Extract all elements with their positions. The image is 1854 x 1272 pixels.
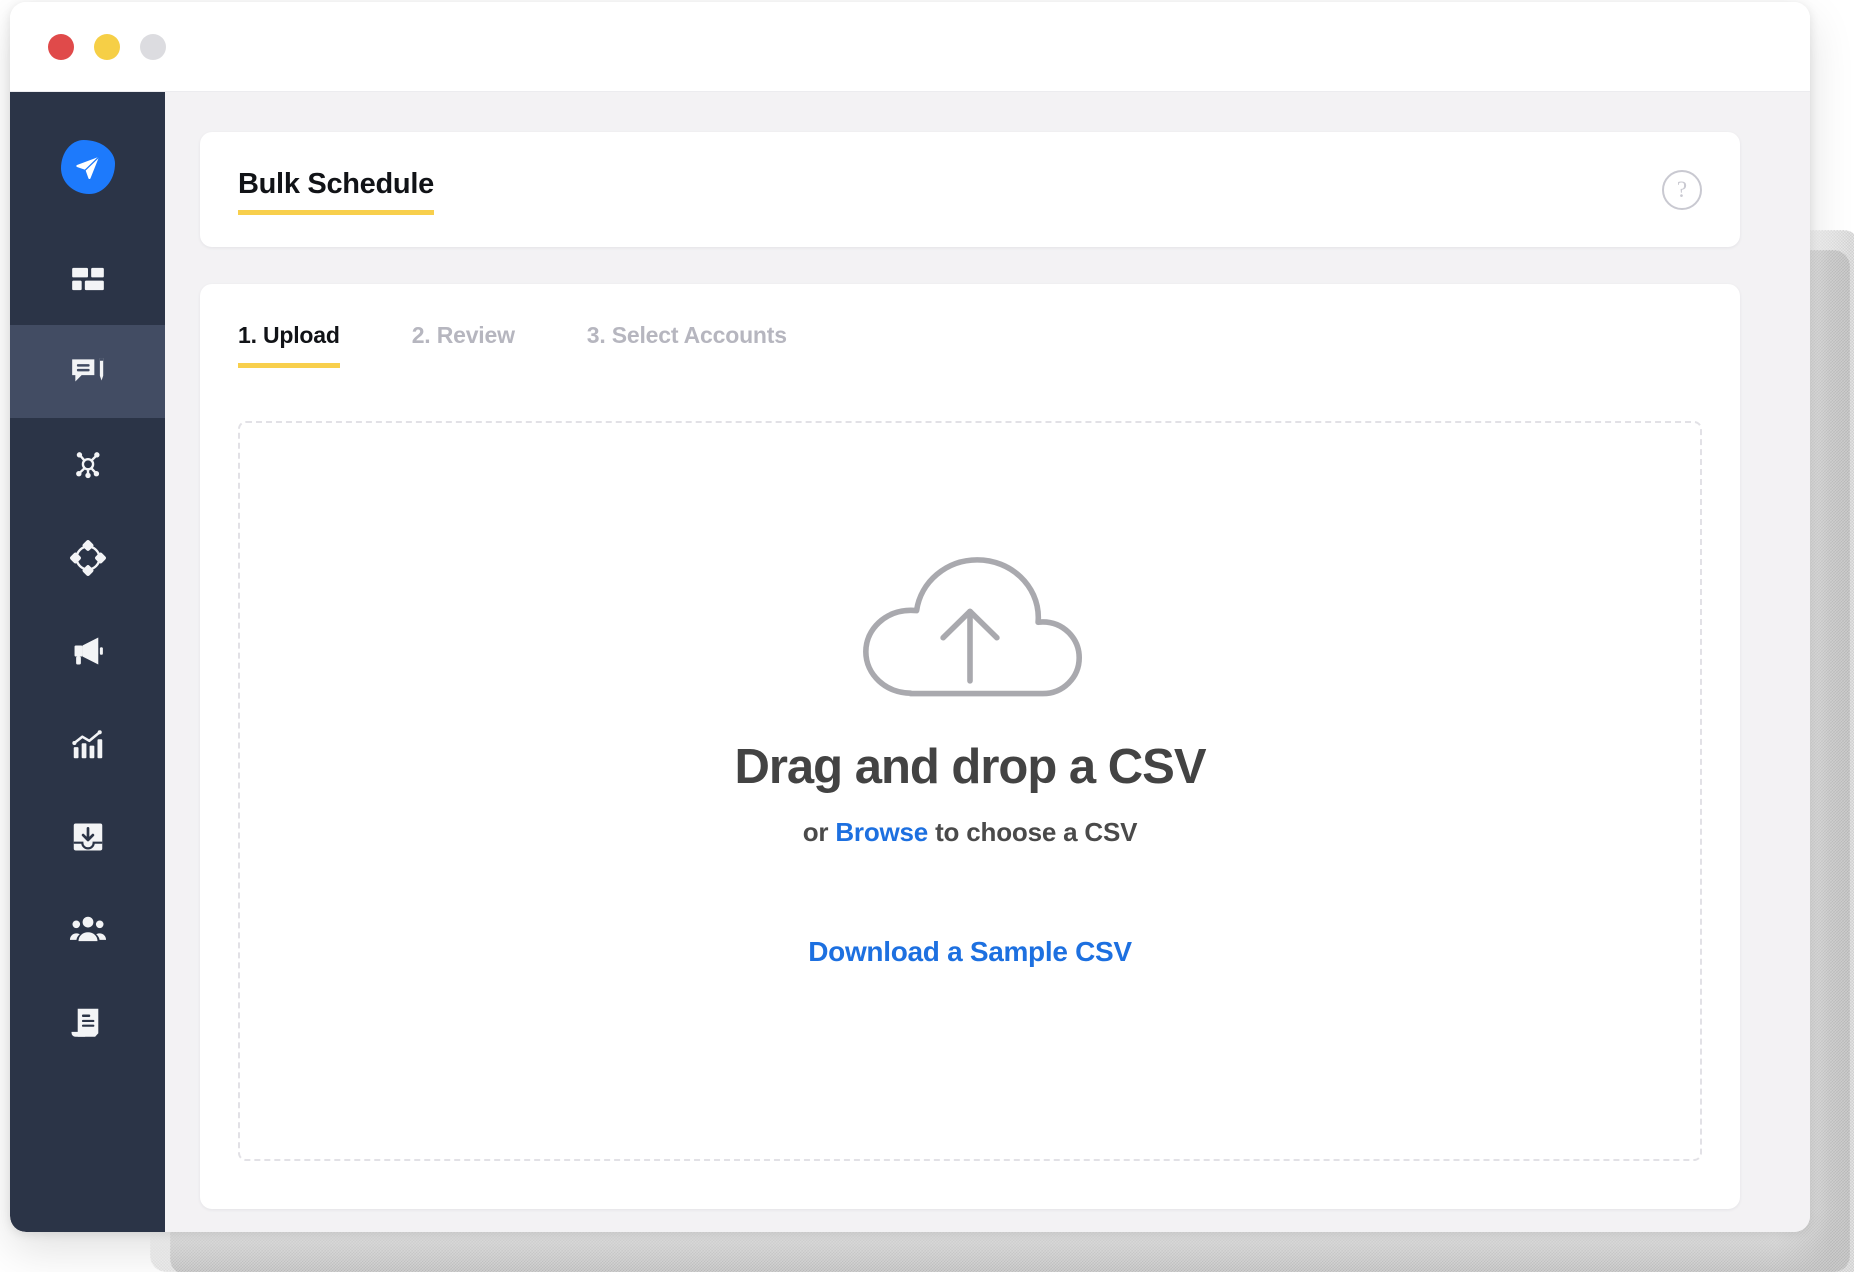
sidebar-item-reports[interactable] (10, 976, 165, 1069)
sidebar-item-analytics[interactable] (10, 697, 165, 790)
dropzone-sub-suffix: to choose a CSV (928, 817, 1138, 847)
engage-cycle-icon (69, 539, 107, 577)
inbox-download-icon (69, 818, 107, 856)
question-mark-icon[interactable]: ? (1662, 170, 1702, 210)
sidebar-item-inbox[interactable] (10, 790, 165, 883)
sidebar-item-engagement[interactable] (10, 418, 165, 511)
tab-review[interactable]: 2. Review (412, 322, 515, 368)
step-tabs: 1. Upload 2. Review 3. Select Accounts (238, 322, 787, 368)
minimize-window-button[interactable] (94, 34, 120, 60)
tab-select-accounts[interactable]: 3. Select Accounts (587, 322, 787, 368)
app-window: Bulk Schedule ? 1. Upload 2. Review 3. S… (10, 2, 1810, 1232)
app-logo[interactable] (10, 140, 165, 194)
cloud-upload-icon (848, 533, 1092, 701)
sidebar-item-campaigns[interactable] (10, 604, 165, 697)
tab-upload[interactable]: 1. Upload (238, 322, 340, 368)
dropzone-subtitle: or Browse to choose a CSV (803, 817, 1138, 848)
app-sidebar (10, 92, 165, 1232)
sidebar-item-team[interactable] (10, 883, 165, 976)
sidebar-item-dashboard[interactable] (10, 232, 165, 325)
browse-link[interactable]: Browse (835, 817, 928, 847)
csv-dropzone[interactable]: Drag and drop a CSV or Browse to choose … (238, 421, 1702, 1161)
page-title: Bulk Schedule (238, 168, 434, 215)
analytics-chart-icon (69, 725, 107, 763)
screenshot-stage: Bulk Schedule ? 1. Upload 2. Review 3. S… (0, 0, 1854, 1272)
team-people-icon (69, 911, 107, 949)
sidebar-item-publish[interactable] (10, 325, 165, 418)
paper-plane-icon (60, 140, 115, 194)
bulk-schedule-card: 1. Upload 2. Review 3. Select Accounts D… (200, 284, 1740, 1209)
dropzone-sub-prefix: or (802, 817, 836, 847)
main-content: Bulk Schedule ? 1. Upload 2. Review 3. S… (165, 92, 1810, 1232)
dropzone-title: Drag and drop a CSV (734, 740, 1206, 794)
download-sample-csv-link[interactable]: Download a Sample CSV (808, 936, 1132, 968)
page-header-card: Bulk Schedule ? (200, 132, 1740, 247)
close-window-button[interactable] (48, 34, 74, 60)
sidebar-item-listening[interactable] (10, 511, 165, 604)
network-nodes-icon (69, 446, 107, 484)
dashboard-grid-icon (69, 260, 107, 298)
compose-message-icon (69, 353, 107, 391)
megaphone-icon (69, 632, 107, 670)
maximize-window-button[interactable] (140, 34, 166, 60)
report-document-icon (69, 1004, 107, 1042)
window-titlebar (10, 2, 1810, 92)
